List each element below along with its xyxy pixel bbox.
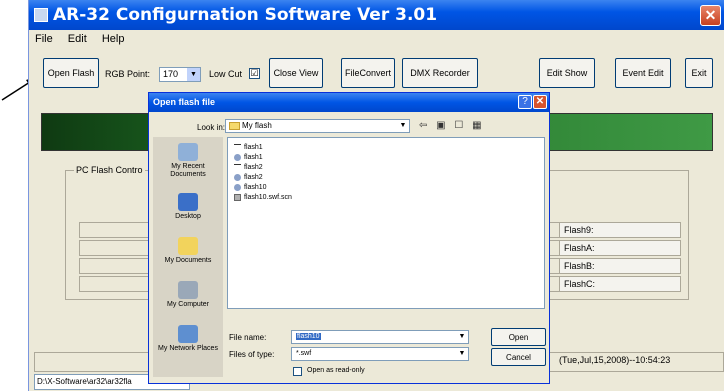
window-title: AR-32 Configurnation Software Ver 3.01: [53, 5, 438, 25]
file-name-value: flash10: [296, 333, 321, 340]
toolbar: Open Flash RGB Point: 170 ▼ Low Cut ☑ Cl…: [29, 54, 724, 92]
menu-edit[interactable]: Edit: [68, 33, 87, 45]
flash-c-cell[interactable]: FlashC:: [559, 276, 681, 292]
file-name: flash1: [244, 144, 263, 151]
file-icon: [234, 144, 241, 151]
open-flash-button[interactable]: Open Flash: [43, 58, 99, 88]
my-computer-icon: [178, 281, 198, 299]
exit-button[interactable]: Exit: [685, 58, 713, 88]
rgb-point-value: 170: [163, 69, 179, 79]
file-name: flash10: [244, 184, 267, 191]
look-in-select[interactable]: My flash ▼: [225, 119, 410, 133]
file-name: flash10.swf.scn: [244, 194, 292, 201]
close-view-button[interactable]: Close View: [269, 58, 323, 88]
dialog-title-bar: Open flash file: [149, 93, 549, 112]
place-label: Desktop: [175, 213, 201, 220]
menu-file[interactable]: File: [35, 33, 53, 45]
read-only-label: Open as read-only: [307, 367, 365, 374]
file-name-input[interactable]: flash10 ▼: [291, 330, 469, 344]
list-item[interactable]: flash1: [234, 153, 263, 162]
file-list: flash1 flash1 flash2 flash2 flash10 flas…: [227, 137, 545, 309]
rgb-point-select[interactable]: 170 ▼: [159, 67, 201, 82]
app-icon: [34, 8, 48, 22]
look-in-value: My flash: [242, 121, 272, 130]
group-title: PC Flash Contro: [74, 165, 145, 175]
chevron-down-icon: ▼: [399, 122, 407, 129]
swf-icon: [234, 184, 241, 191]
list-item[interactable]: flash2: [234, 163, 263, 172]
edit-show-button[interactable]: Edit Show: [539, 58, 595, 88]
chevron-down-icon: ▼: [458, 350, 466, 357]
files-of-type-label: Files of type:: [229, 350, 275, 359]
open-flash-dialog: Open flash file ? ✕ Look in: My flash ▼ …: [148, 92, 550, 384]
place-label: My Computer: [166, 301, 209, 308]
flash-b-cell[interactable]: FlashB:: [559, 258, 681, 274]
files-of-type-select[interactable]: *.swf ▼: [291, 347, 469, 361]
folder-icon: [229, 122, 240, 130]
place-network[interactable]: My Network Places: [153, 325, 223, 353]
cancel-button[interactable]: Cancel: [491, 348, 546, 366]
dialog-toolbar-icons[interactable]: ⇦ ▣ ☐ ▦: [419, 120, 485, 131]
places-bar: My Recent Documents Desktop My Documents…: [153, 137, 223, 377]
event-edit-button[interactable]: Event Edit: [615, 58, 671, 88]
chevron-down-icon: ▼: [458, 333, 466, 340]
look-in-label: Look in:: [197, 123, 226, 132]
file-name: flash2: [244, 174, 263, 181]
menu-help[interactable]: Help: [102, 33, 125, 45]
dialog-close-icon[interactable]: ✕: [533, 95, 547, 109]
network-places-icon: [178, 325, 198, 343]
scn-file-icon: [234, 194, 241, 201]
rgb-point-label: RGB Point:: [105, 69, 151, 79]
chevron-down-icon: ▼: [187, 68, 200, 81]
list-item[interactable]: flash10: [234, 183, 267, 192]
file-name: flash1: [244, 154, 263, 161]
place-my-documents[interactable]: My Documents: [153, 237, 223, 265]
swf-icon: [234, 174, 241, 181]
datetime-display: (Tue,Jul,15,2008)--10:54:23: [559, 355, 671, 365]
desktop-icon: [178, 193, 198, 211]
my-documents-icon: [178, 237, 198, 255]
dialog-title: Open flash file: [153, 97, 216, 107]
list-item[interactable]: flash1: [234, 143, 263, 152]
read-only-checkbox[interactable]: [293, 367, 302, 376]
place-my-computer[interactable]: My Computer: [153, 281, 223, 309]
flash-a-cell[interactable]: FlashA:: [559, 240, 681, 256]
list-item[interactable]: flash2: [234, 173, 263, 182]
file-name: flash2: [244, 164, 263, 171]
low-cut-label: Low Cut: [209, 69, 243, 79]
file-name-label: File name:: [229, 333, 267, 342]
help-icon[interactable]: ?: [518, 95, 532, 109]
recent-documents-icon: [178, 143, 198, 161]
file-icon: [234, 164, 241, 171]
dmx-recorder-button[interactable]: DMX Recorder: [402, 58, 478, 88]
close-icon[interactable]: ✕: [700, 5, 721, 26]
swf-icon: [234, 154, 241, 161]
flash-9-cell[interactable]: Flash9:: [559, 222, 681, 238]
menu-bar: File Edit Help: [29, 33, 130, 49]
title-bar: AR-32 Configurnation Software Ver 3.01 ✕: [29, 0, 724, 30]
place-label: My Documents: [164, 257, 212, 264]
place-label: My Network Places: [158, 345, 218, 352]
open-button[interactable]: Open: [491, 328, 546, 346]
place-label: My Recent Documents: [170, 163, 206, 178]
place-recent-documents[interactable]: My Recent Documents: [153, 143, 223, 179]
file-convert-button[interactable]: FileConvert: [341, 58, 395, 88]
low-cut-checkbox[interactable]: ☑: [249, 68, 260, 79]
files-of-type-value: *.swf: [296, 350, 312, 357]
list-item[interactable]: flash10.swf.scn: [234, 193, 292, 202]
place-desktop[interactable]: Desktop: [153, 193, 223, 221]
